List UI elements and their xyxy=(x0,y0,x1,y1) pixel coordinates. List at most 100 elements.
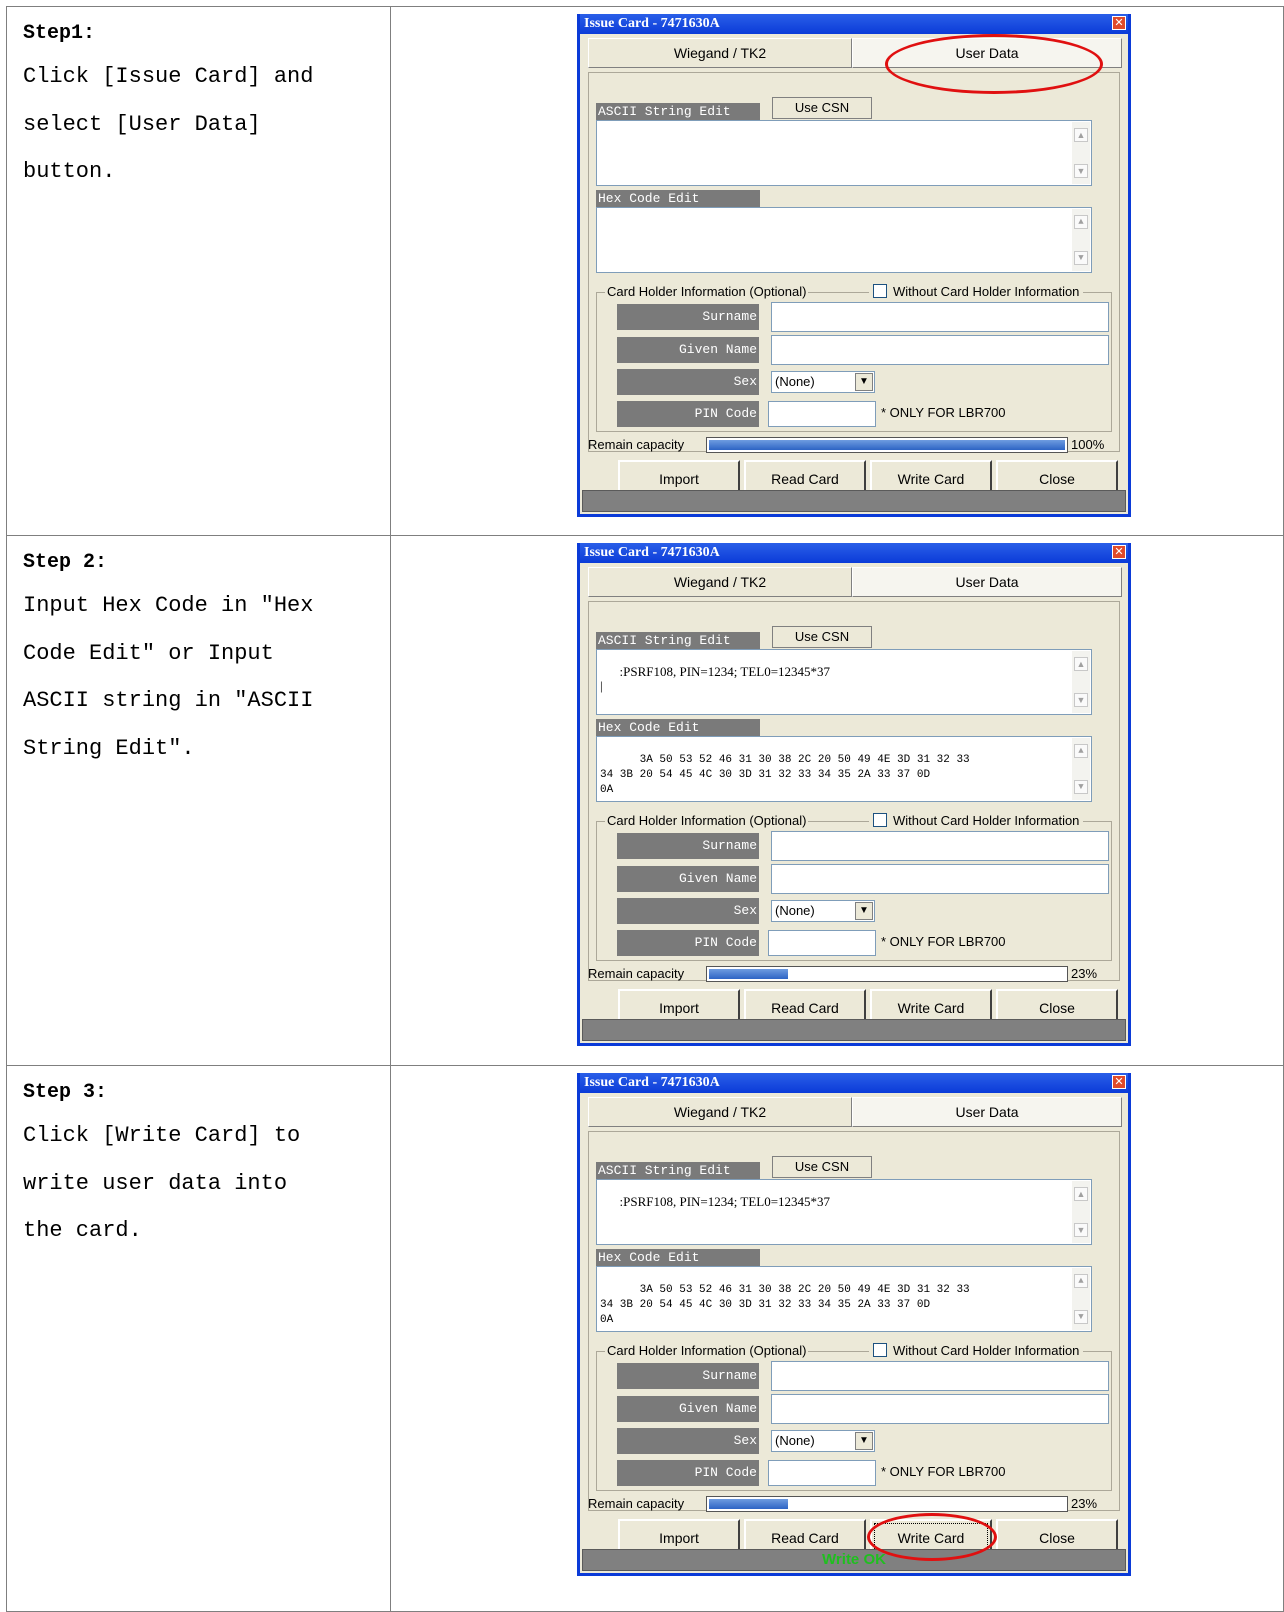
dialog-title-bar[interactable]: Issue Card - 7471630A ✕ xyxy=(580,14,1128,34)
dialog-body: Wiegand / TK2 User Data ASCII String Edi… xyxy=(580,34,1128,514)
scroll-down-icon[interactable]: ▼ xyxy=(1074,251,1088,265)
card-holder-group-title: Card Holder Information (Optional) xyxy=(605,813,809,828)
screenshot-cell: Issue Card - 7471630A ✕ Wiegand / TK2 Us… xyxy=(390,535,1284,1066)
hex-code-label: Hex Code Edit xyxy=(596,190,760,207)
chevron-down-icon[interactable]: ▼ xyxy=(855,902,873,920)
ascii-string-label: ASCII String Edit xyxy=(596,103,760,120)
hex-code-value: 3A 50 53 52 46 31 30 38 2C 20 50 49 4E 3… xyxy=(600,1284,970,1326)
scrollbar[interactable]: ▲ ▼ xyxy=(1072,651,1090,713)
step-row: Step 3: Click [Write Card] to write user… xyxy=(6,1065,1284,1612)
ascii-string-label: ASCII String Edit xyxy=(596,1162,760,1179)
close-icon[interactable]: ✕ xyxy=(1112,16,1126,30)
surname-input[interactable] xyxy=(771,831,1109,861)
chevron-down-icon[interactable]: ▼ xyxy=(855,1432,873,1450)
pin-code-input[interactable] xyxy=(768,401,876,427)
step-title: Step 3: xyxy=(23,1081,108,1104)
scroll-down-icon[interactable]: ▼ xyxy=(1074,780,1088,794)
capacity-percent: 100% xyxy=(1071,437,1105,452)
sex-select[interactable]: (None) ▼ xyxy=(771,371,875,393)
capacity-progress-fill xyxy=(709,1499,788,1509)
surname-input[interactable] xyxy=(771,1361,1109,1391)
scroll-up-icon[interactable]: ▲ xyxy=(1074,1274,1088,1288)
step-cell: Step 2: Input Hex Code in "Hex Code Edit… xyxy=(6,535,391,1066)
tab-user-data[interactable]: User Data xyxy=(852,38,1122,68)
capacity-progress-bar xyxy=(706,1496,1068,1512)
ascii-string-value: :PSRF108, PIN=1234; TEL0=12345*37 | xyxy=(600,664,831,693)
scroll-up-icon[interactable]: ▲ xyxy=(1074,657,1088,671)
card-holder-group: Card Holder Information (Optional) Witho… xyxy=(596,284,1112,432)
tab-user-data[interactable]: User Data xyxy=(852,1097,1122,1127)
tab-wiegand[interactable]: Wiegand / TK2 xyxy=(588,1097,852,1127)
tab-wiegand[interactable]: Wiegand / TK2 xyxy=(588,38,852,68)
card-holder-group: Card Holder Information (Optional) Witho… xyxy=(596,1343,1112,1491)
use-csn-button[interactable]: Use CSN xyxy=(772,97,872,119)
issue-card-dialog: Issue Card - 7471630A ✕ Wiegand / TK2 Us… xyxy=(577,543,1131,1046)
ascii-string-value: :PSRF108, PIN=1234; TEL0=12345*37 xyxy=(619,1194,831,1209)
hex-code-input[interactable]: ▲ ▼ xyxy=(596,207,1092,273)
sex-select[interactable]: (None) ▼ xyxy=(771,900,875,922)
sex-select[interactable]: (None) ▼ xyxy=(771,1430,875,1452)
step-cell: Step 3: Click [Write Card] to write user… xyxy=(6,1065,391,1612)
dialog-title-bar[interactable]: Issue Card - 7471630A ✕ xyxy=(580,543,1128,563)
scroll-up-icon[interactable]: ▲ xyxy=(1074,128,1088,142)
surname-label: Surname xyxy=(617,833,759,859)
card-holder-group-title: Card Holder Information (Optional) xyxy=(605,1343,809,1358)
scrollbar[interactable]: ▲ ▼ xyxy=(1072,1181,1090,1243)
hex-code-input[interactable]: 3A 50 53 52 46 31 30 38 2C 20 50 49 4E 3… xyxy=(596,1266,1092,1332)
capacity-percent: 23% xyxy=(1071,966,1098,981)
scrollbar[interactable]: ▲ ▼ xyxy=(1072,738,1090,800)
surname-label: Surname xyxy=(617,304,759,330)
pin-code-label: PIN Code xyxy=(617,930,759,956)
pin-code-input[interactable] xyxy=(768,1460,876,1486)
scroll-down-icon[interactable]: ▼ xyxy=(1074,1223,1088,1237)
without-holder-checkbox[interactable]: Without Card Holder Information xyxy=(869,1343,1084,1358)
without-holder-label: Without Card Holder Information xyxy=(893,1343,1080,1358)
step-text: Click [Write Card] to write user data in… xyxy=(23,1123,301,1243)
hex-code-label: Hex Code Edit xyxy=(596,719,760,736)
scrollbar[interactable]: ▲ ▼ xyxy=(1072,209,1090,271)
checkbox-icon[interactable] xyxy=(873,284,887,298)
hex-code-input[interactable]: 3A 50 53 52 46 31 30 38 2C 20 50 49 4E 3… xyxy=(596,736,1092,802)
scroll-down-icon[interactable]: ▼ xyxy=(1074,693,1088,707)
scroll-up-icon[interactable]: ▲ xyxy=(1074,1187,1088,1201)
use-csn-button[interactable]: Use CSN xyxy=(772,1156,872,1178)
scroll-down-icon[interactable]: ▼ xyxy=(1074,164,1088,178)
pin-note: * ONLY FOR LBR700 xyxy=(881,405,1006,420)
ascii-string-input[interactable]: :PSRF108, PIN=1234; TEL0=12345*37 ▲ ▼ xyxy=(596,1179,1092,1245)
scrollbar[interactable]: ▲ ▼ xyxy=(1072,1268,1090,1330)
pin-code-input[interactable] xyxy=(768,930,876,956)
step-text: Click [Issue Card] and select [User Data… xyxy=(23,64,314,184)
given-name-input[interactable] xyxy=(771,864,1109,894)
ascii-string-input[interactable]: ▲ ▼ xyxy=(596,120,1092,186)
given-name-input[interactable] xyxy=(771,1394,1109,1424)
use-csn-button[interactable]: Use CSN xyxy=(772,626,872,648)
step-row: Step1: Click [Issue Card] and select [Us… xyxy=(6,6,1284,536)
sex-label: Sex xyxy=(617,369,759,395)
capacity-percent: 23% xyxy=(1071,1496,1098,1511)
sex-select-value: (None) xyxy=(775,903,815,918)
checkbox-icon[interactable] xyxy=(873,813,887,827)
scroll-up-icon[interactable]: ▲ xyxy=(1074,744,1088,758)
capacity-progress-bar xyxy=(706,437,1068,453)
dialog-title-bar[interactable]: Issue Card - 7471630A ✕ xyxy=(580,1073,1128,1093)
scroll-up-icon[interactable]: ▲ xyxy=(1074,215,1088,229)
surname-input[interactable] xyxy=(771,302,1109,332)
tab-wiegand[interactable]: Wiegand / TK2 xyxy=(588,567,852,597)
chevron-down-icon[interactable]: ▼ xyxy=(855,373,873,391)
checkbox-icon[interactable] xyxy=(873,1343,887,1357)
ascii-string-input[interactable]: :PSRF108, PIN=1234; TEL0=12345*37 | ▲ ▼ xyxy=(596,649,1092,715)
hex-code-value: 3A 50 53 52 46 31 30 38 2C 20 50 49 4E 3… xyxy=(600,754,970,796)
without-holder-checkbox[interactable]: Without Card Holder Information xyxy=(869,284,1084,299)
sex-select-value: (None) xyxy=(775,1433,815,1448)
scroll-down-icon[interactable]: ▼ xyxy=(1074,1310,1088,1324)
close-icon[interactable]: ✕ xyxy=(1112,545,1126,559)
sex-label: Sex xyxy=(617,1428,759,1454)
given-name-input[interactable] xyxy=(771,335,1109,365)
without-holder-checkbox[interactable]: Without Card Holder Information xyxy=(869,813,1084,828)
card-holder-group: Card Holder Information (Optional) Witho… xyxy=(596,813,1112,961)
pin-note: * ONLY FOR LBR700 xyxy=(881,1464,1006,1479)
ascii-string-label: ASCII String Edit xyxy=(596,632,760,649)
tab-user-data[interactable]: User Data xyxy=(852,567,1122,597)
scrollbar[interactable]: ▲ ▼ xyxy=(1072,122,1090,184)
close-icon[interactable]: ✕ xyxy=(1112,1075,1126,1089)
